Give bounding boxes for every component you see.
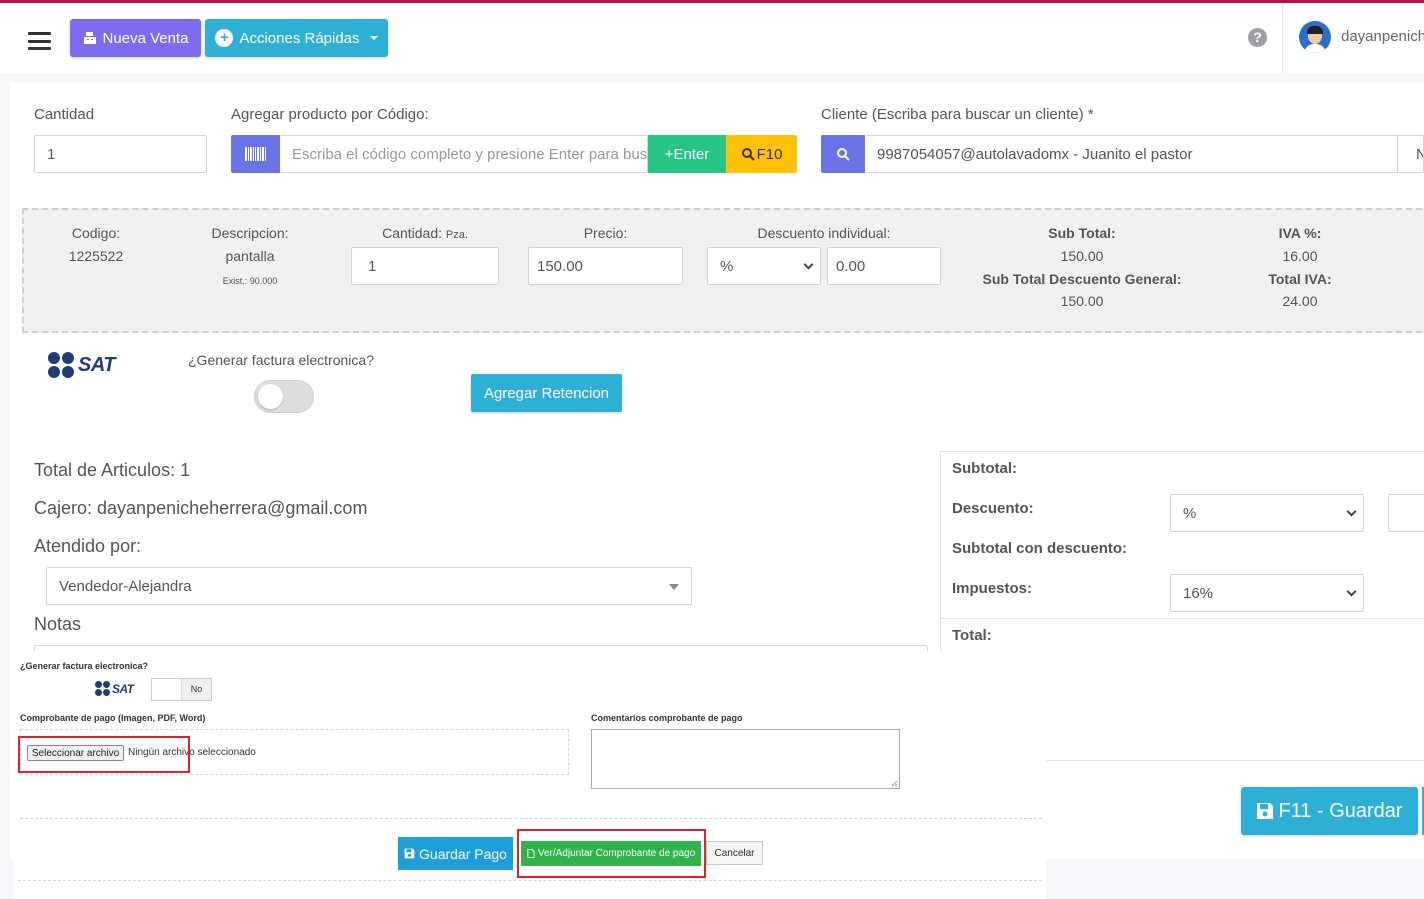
detalle-total-iva-value: 24.00 xyxy=(1282,293,1318,309)
cantidad-input[interactable]: 1 xyxy=(34,135,207,173)
detalle-subtotal-desc-value: 150.00 xyxy=(1060,293,1104,309)
cliente-label: Cliente (Escriba para buscar un cliente)… xyxy=(821,106,1094,123)
help-icon[interactable]: ? xyxy=(1248,28,1267,47)
agregar-retencion-button[interactable]: Agregar Retencion xyxy=(471,374,622,412)
comprobante-label: Comprobante de pago (Imagen, PDF, Word) xyxy=(20,713,206,723)
detalle-codigo-label: Codigo: xyxy=(71,225,121,241)
totales-subtotal-desc-label: Subtotal con descuento: xyxy=(952,540,1128,557)
save-icon xyxy=(404,848,415,859)
totales-descuento-label: Descuento: xyxy=(952,500,1034,517)
barcode-button[interactable] xyxy=(231,135,280,173)
cliente-input[interactable]: 9987054057@autolavadomx - Juanito el pas… xyxy=(865,135,1398,173)
detalle-precio-input[interactable]: 150.00 xyxy=(528,247,683,285)
cliente-search-button[interactable] xyxy=(821,135,865,173)
caret-down-icon xyxy=(669,584,679,590)
cliente-extra-field[interactable]: N xyxy=(1397,135,1424,173)
detalle-descripcion-label: Descripcion: xyxy=(211,225,289,241)
chevron-down-icon xyxy=(1346,506,1357,517)
notas-label: Notas xyxy=(34,614,82,634)
detalle-descuento-tipo-select[interactable]: % xyxy=(707,247,821,285)
detalle-descuento-input[interactable]: 0.00 xyxy=(827,247,941,285)
acciones-rapidas-label: Acciones Rápidas xyxy=(239,29,360,47)
menu-icon[interactable] xyxy=(28,32,51,50)
modal-factura-toggle[interactable]: No xyxy=(151,678,212,701)
cash-register-icon xyxy=(83,32,96,44)
f10-label: F10 xyxy=(756,145,783,163)
cancelar-button[interactable]: Cancelar xyxy=(706,841,763,865)
detalle-codigo-value: 1225522 xyxy=(68,248,124,264)
highlight-seleccionar-archivo xyxy=(18,736,190,773)
chevron-down-icon xyxy=(1346,586,1357,597)
atendido-label: Atendido por: xyxy=(34,536,142,556)
barcode-icon xyxy=(245,147,266,161)
guardar-button[interactable]: F11 - Guardar xyxy=(1241,787,1418,835)
detalle-subtotal-desc-label: Sub Total Descuento General: xyxy=(982,271,1182,287)
plus-circle-icon: + xyxy=(215,29,234,47)
save-icon xyxy=(1257,803,1274,819)
totales-total-label: Total: xyxy=(952,627,992,644)
search-icon xyxy=(837,148,850,161)
totales-subtotal-label: Subtotal: xyxy=(952,460,1017,477)
detalle-cantidad-input[interactable]: 1 xyxy=(351,247,499,285)
sat-logo: SAT xyxy=(48,352,116,378)
totales-descuento-input[interactable] xyxy=(1388,494,1424,532)
codigo-input[interactable]: Escriba el código completo y presione En… xyxy=(280,135,648,173)
detalle-existencia: Exist.: 90.000 xyxy=(222,276,278,286)
highlight-ver-adjuntar xyxy=(517,829,706,878)
codigo-label: Agregar producto por Código: xyxy=(231,106,429,123)
nueva-venta-label: Nueva Venta xyxy=(102,29,189,47)
totales-descuento-tipo-select[interactable]: % xyxy=(1170,494,1364,532)
detalle-precio-label: Precio: xyxy=(583,225,628,241)
nueva-venta-button[interactable]: Nueva Venta xyxy=(70,19,201,57)
factura-pregunta: ¿Generar factura electronica? xyxy=(188,352,374,368)
search-icon xyxy=(741,148,755,161)
username[interactable]: dayanpeniche xyxy=(1341,28,1424,45)
detalle-descuento-label: Descuento individual: xyxy=(757,225,891,241)
comentarios-label: Comentarios comprobante de pago xyxy=(591,713,743,723)
totales-impuestos-select[interactable]: 16% xyxy=(1170,574,1364,612)
totales-impuestos-label: Impuestos: xyxy=(952,580,1033,597)
chevron-down-icon xyxy=(803,259,814,270)
detalle-cantidad-label: Cantidad: Pza. xyxy=(382,225,468,241)
f10-button[interactable]: F10 xyxy=(726,135,797,173)
resize-handle-icon xyxy=(891,780,898,787)
guardar-pago-button[interactable]: Guardar Pago xyxy=(398,837,513,870)
comentarios-textarea[interactable] xyxy=(591,729,900,789)
cajero: Cajero: dayanpenicheherrera@gmail.com xyxy=(34,498,368,518)
cantidad-label: Cantidad xyxy=(34,106,95,123)
totals-divider xyxy=(940,618,1424,619)
detalle-subtotal-label: Sub Total: xyxy=(1048,225,1116,241)
caret-down-icon xyxy=(369,36,378,40)
avatar[interactable] xyxy=(1299,21,1331,53)
toggle-state: No xyxy=(182,679,211,700)
enter-button[interactable]: +Enter xyxy=(648,135,726,173)
total-articulos: Total de Articulos: 1 xyxy=(34,460,191,480)
modal-factura-pregunta: ¿Generar factura electronica? xyxy=(20,661,149,671)
detalle-descripcion-value: pantalla xyxy=(225,248,275,264)
atendido-select[interactable]: Vendedor-Alejandra xyxy=(46,567,692,605)
modal-sat-logo: SAT xyxy=(95,681,134,696)
user-separator xyxy=(1282,3,1283,73)
modal-divider-bottom xyxy=(18,880,1042,881)
detalle-subtotal-value: 150.00 xyxy=(1060,248,1104,264)
detalle-total-iva-label: Total IVA: xyxy=(1268,271,1332,287)
factura-toggle[interactable] xyxy=(254,380,314,413)
detalle-iva-value: 16.00 xyxy=(1282,248,1318,264)
detalle-iva-label: IVA %: xyxy=(1278,225,1322,241)
acciones-rapidas-button[interactable]: + Acciones Rápidas xyxy=(205,19,388,57)
modal-divider xyxy=(20,818,1042,819)
